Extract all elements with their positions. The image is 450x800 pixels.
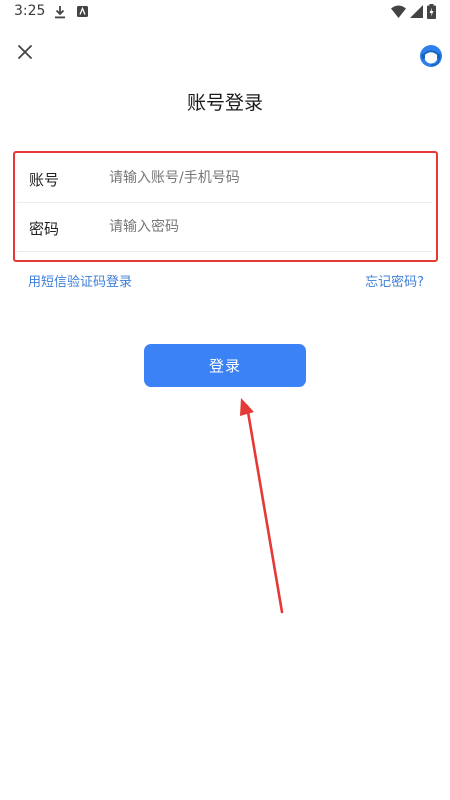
status-time: 3:25 bbox=[14, 3, 46, 19]
account-input[interactable] bbox=[109, 164, 409, 192]
download-icon bbox=[55, 6, 65, 19]
sms-login-link[interactable]: 用短信验证码登录 bbox=[28, 271, 132, 290]
login-screen: 3:25 账号登录 账号 请输入账号/手机号码 密码 用短信验证码登录 忘记密码… bbox=[0, 0, 450, 800]
signal-icon bbox=[410, 5, 423, 18]
battery-charging-icon bbox=[427, 4, 436, 19]
customer-service-icon[interactable] bbox=[417, 42, 445, 70]
page-title: 账号登录 bbox=[186, 92, 263, 114]
annotation-arrow bbox=[240, 398, 284, 614]
password-row: 密码 bbox=[17, 203, 432, 252]
status-bar: 3:25 bbox=[0, 0, 450, 26]
forgot-password-link[interactable]: 忘记密码? bbox=[365, 271, 424, 290]
account-label: 账号 bbox=[29, 171, 60, 189]
login-button[interactable]: 登录 bbox=[144, 344, 306, 387]
app-notification-icon bbox=[77, 6, 88, 17]
close-icon[interactable] bbox=[14, 41, 36, 63]
account-row: 账号 bbox=[17, 154, 432, 203]
password-label: 密码 bbox=[29, 220, 60, 238]
wifi-icon bbox=[391, 5, 406, 18]
password-input[interactable] bbox=[109, 213, 409, 241]
